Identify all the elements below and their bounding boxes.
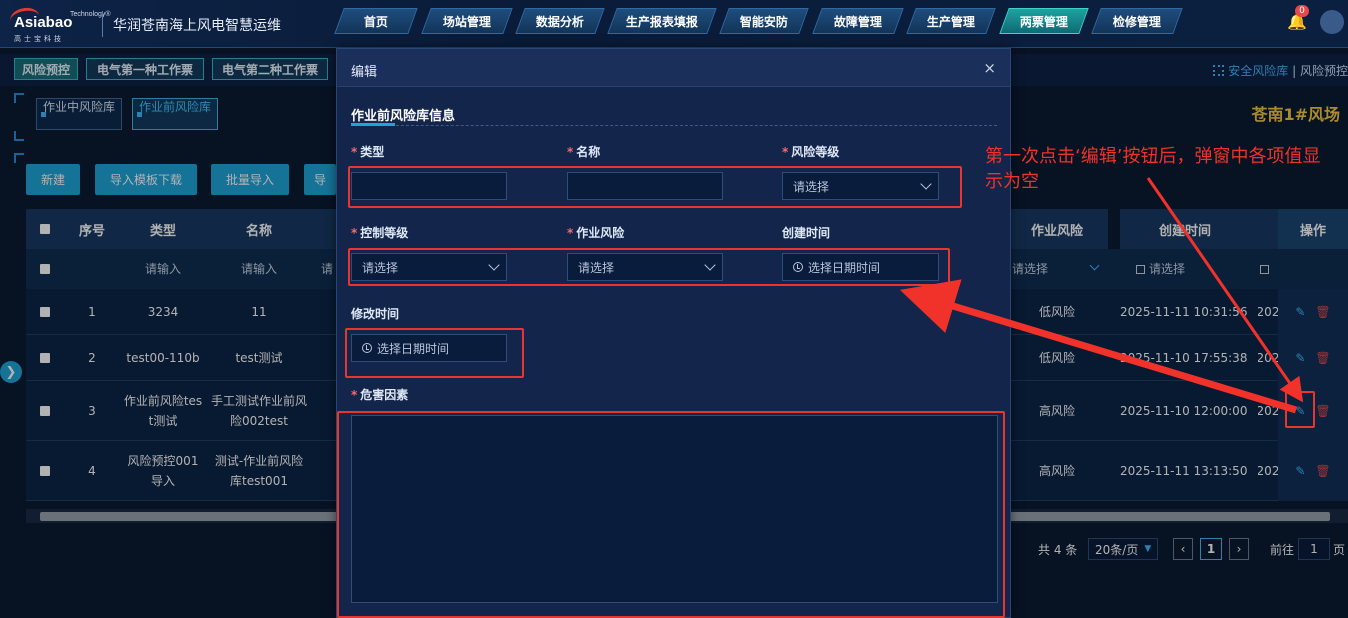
nav-station[interactable]: 场站管理: [421, 8, 513, 34]
nav-security[interactable]: 智能安防: [719, 8, 809, 34]
annotation-box-hazard: [337, 411, 1005, 618]
dialog-title: 编辑: [351, 65, 378, 80]
nav-home[interactable]: 首页: [334, 8, 418, 34]
modified-time-label: 修改时间: [351, 307, 400, 321]
annotation-box-modified: [345, 328, 524, 378]
annotation-box-edit: [1285, 391, 1315, 428]
type-label: * 类型: [351, 145, 385, 159]
system-title: 华润苍南海上风电智慧运维: [113, 18, 281, 34]
created-time-label: 创建时间: [782, 226, 831, 240]
nav-data-analysis[interactable]: 数据分析: [515, 8, 605, 34]
work-risk-label: * 作业风险: [567, 226, 625, 240]
hazard-label: * 危害因素: [351, 388, 409, 402]
notification-badge: 0: [1295, 5, 1309, 17]
annotation-box-row1: [348, 166, 962, 208]
top-bar: Asiabao Technology® 高士宝科技 华润苍南海上风电智慧运维 首…: [0, 0, 1348, 48]
name-label: * 名称: [567, 145, 601, 159]
nav-maintenance[interactable]: 检修管理: [1091, 8, 1183, 34]
section-title: 作业前风险库信息: [351, 109, 456, 124]
annotation-box-row2: [348, 248, 950, 286]
nav-report[interactable]: 生产报表填报: [607, 8, 717, 34]
annotation-text: 第一次点击‘编辑’按钮后，弹窗中各项值显示为空: [985, 146, 1321, 192]
control-level-label: * 控制等级: [351, 226, 409, 240]
risk-level-label: * 风险等级: [782, 145, 840, 159]
avatar[interactable]: [1320, 10, 1344, 34]
nav-tickets[interactable]: 两票管理: [999, 8, 1089, 34]
logo: Asiabao Technology® 高士宝科技: [8, 5, 111, 43]
close-icon[interactable]: ×: [983, 59, 996, 77]
nav-fault[interactable]: 故障管理: [812, 8, 904, 34]
nav-production[interactable]: 生产管理: [906, 8, 996, 34]
